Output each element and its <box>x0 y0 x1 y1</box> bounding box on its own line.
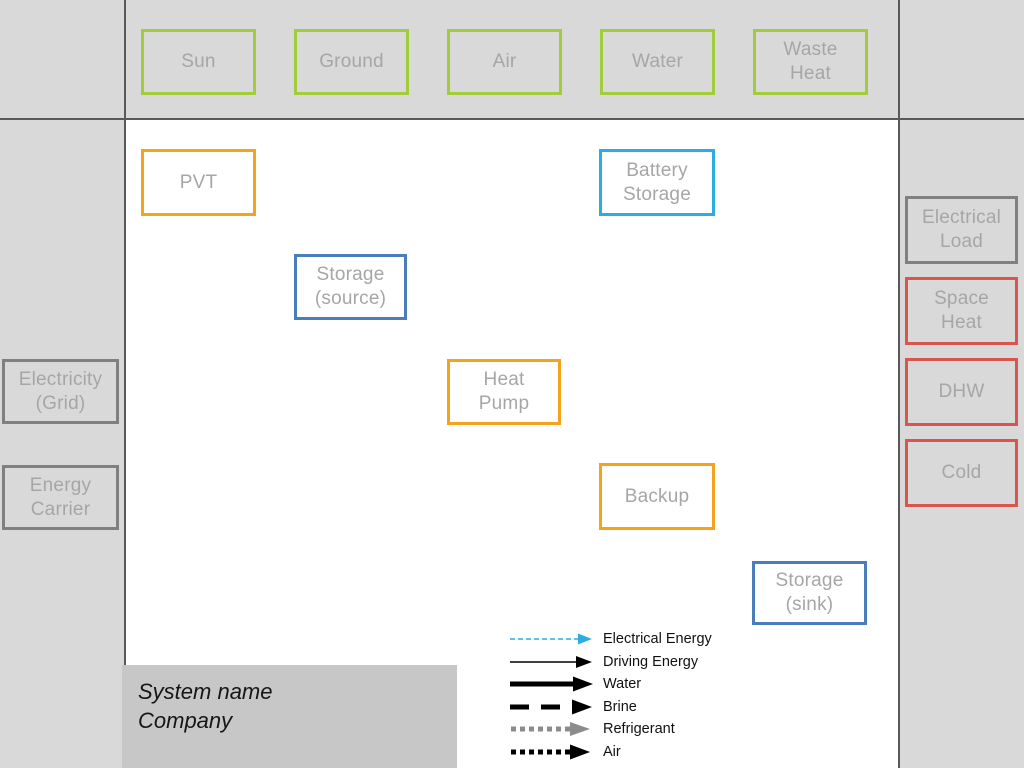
component-box-storage-sink[interactable]: Storage (sink) <box>752 561 867 625</box>
legend-item-driving-energy: Driving Energy <box>508 651 808 674</box>
legend-label-air: Air <box>603 743 621 760</box>
output-box-dhw[interactable]: DHW <box>905 358 1018 426</box>
company-name-text: Company <box>138 708 233 734</box>
output-box-electrical-load[interactable]: Electrical Load <box>905 196 1018 264</box>
refrigerant-arrow-icon <box>508 718 598 740</box>
legend-label-driving-energy: Driving Energy <box>603 653 699 670</box>
air-arrow-icon <box>508 741 598 763</box>
legend-label-brine: Brine <box>603 698 637 715</box>
input-box-electricity-grid[interactable]: Electricity (Grid) <box>2 359 119 424</box>
legend-label-electrical-energy: Electrical Energy <box>603 631 712 647</box>
input-box-energy-carrier[interactable]: Energy Carrier <box>2 465 119 530</box>
panel-divider-right <box>898 0 900 768</box>
water-arrow-icon <box>508 673 598 695</box>
electrical-energy-arrow-icon <box>508 628 598 650</box>
legend-item-refrigerant: Refrigerant <box>508 718 808 741</box>
legend-item-brine: Brine <box>508 696 808 719</box>
source-box-water[interactable]: Water <box>600 29 715 95</box>
source-box-air[interactable]: Air <box>447 29 562 95</box>
legend: Electrical Energy Driving Energy Water B… <box>508 628 808 763</box>
legend-item-electrical-energy: Electrical Energy <box>508 628 808 651</box>
panel-divider-horizontal <box>0 118 1024 120</box>
legend-item-water: Water <box>508 673 808 696</box>
source-box-ground[interactable]: Ground <box>294 29 409 95</box>
legend-label-refrigerant: Refrigerant <box>603 721 675 737</box>
source-box-waste-heat[interactable]: Waste Heat <box>753 29 868 95</box>
legend-label-water: Water <box>603 676 642 692</box>
component-box-battery-storage[interactable]: Battery Storage <box>599 149 715 216</box>
panel-divider-left <box>124 0 126 768</box>
legend-item-air: Air <box>508 741 808 764</box>
diagram-canvas: Sun Ground Air Water Waste Heat Electric… <box>0 0 1024 768</box>
source-box-sun[interactable]: Sun <box>141 29 256 95</box>
output-box-cold[interactable]: Cold <box>905 439 1018 507</box>
output-box-space-heat[interactable]: Space Heat <box>905 277 1018 345</box>
brine-arrow-icon <box>508 696 598 718</box>
title-block[interactable]: System name Company <box>122 665 457 768</box>
component-box-backup[interactable]: Backup <box>599 463 715 530</box>
component-box-pvt[interactable]: PVT <box>141 149 256 216</box>
component-box-heat-pump[interactable]: Heat Pump <box>447 359 561 425</box>
component-box-storage-source[interactable]: Storage (source) <box>294 254 407 320</box>
system-name-text: System name <box>138 679 273 704</box>
driving-energy-arrow-icon <box>508 651 598 673</box>
